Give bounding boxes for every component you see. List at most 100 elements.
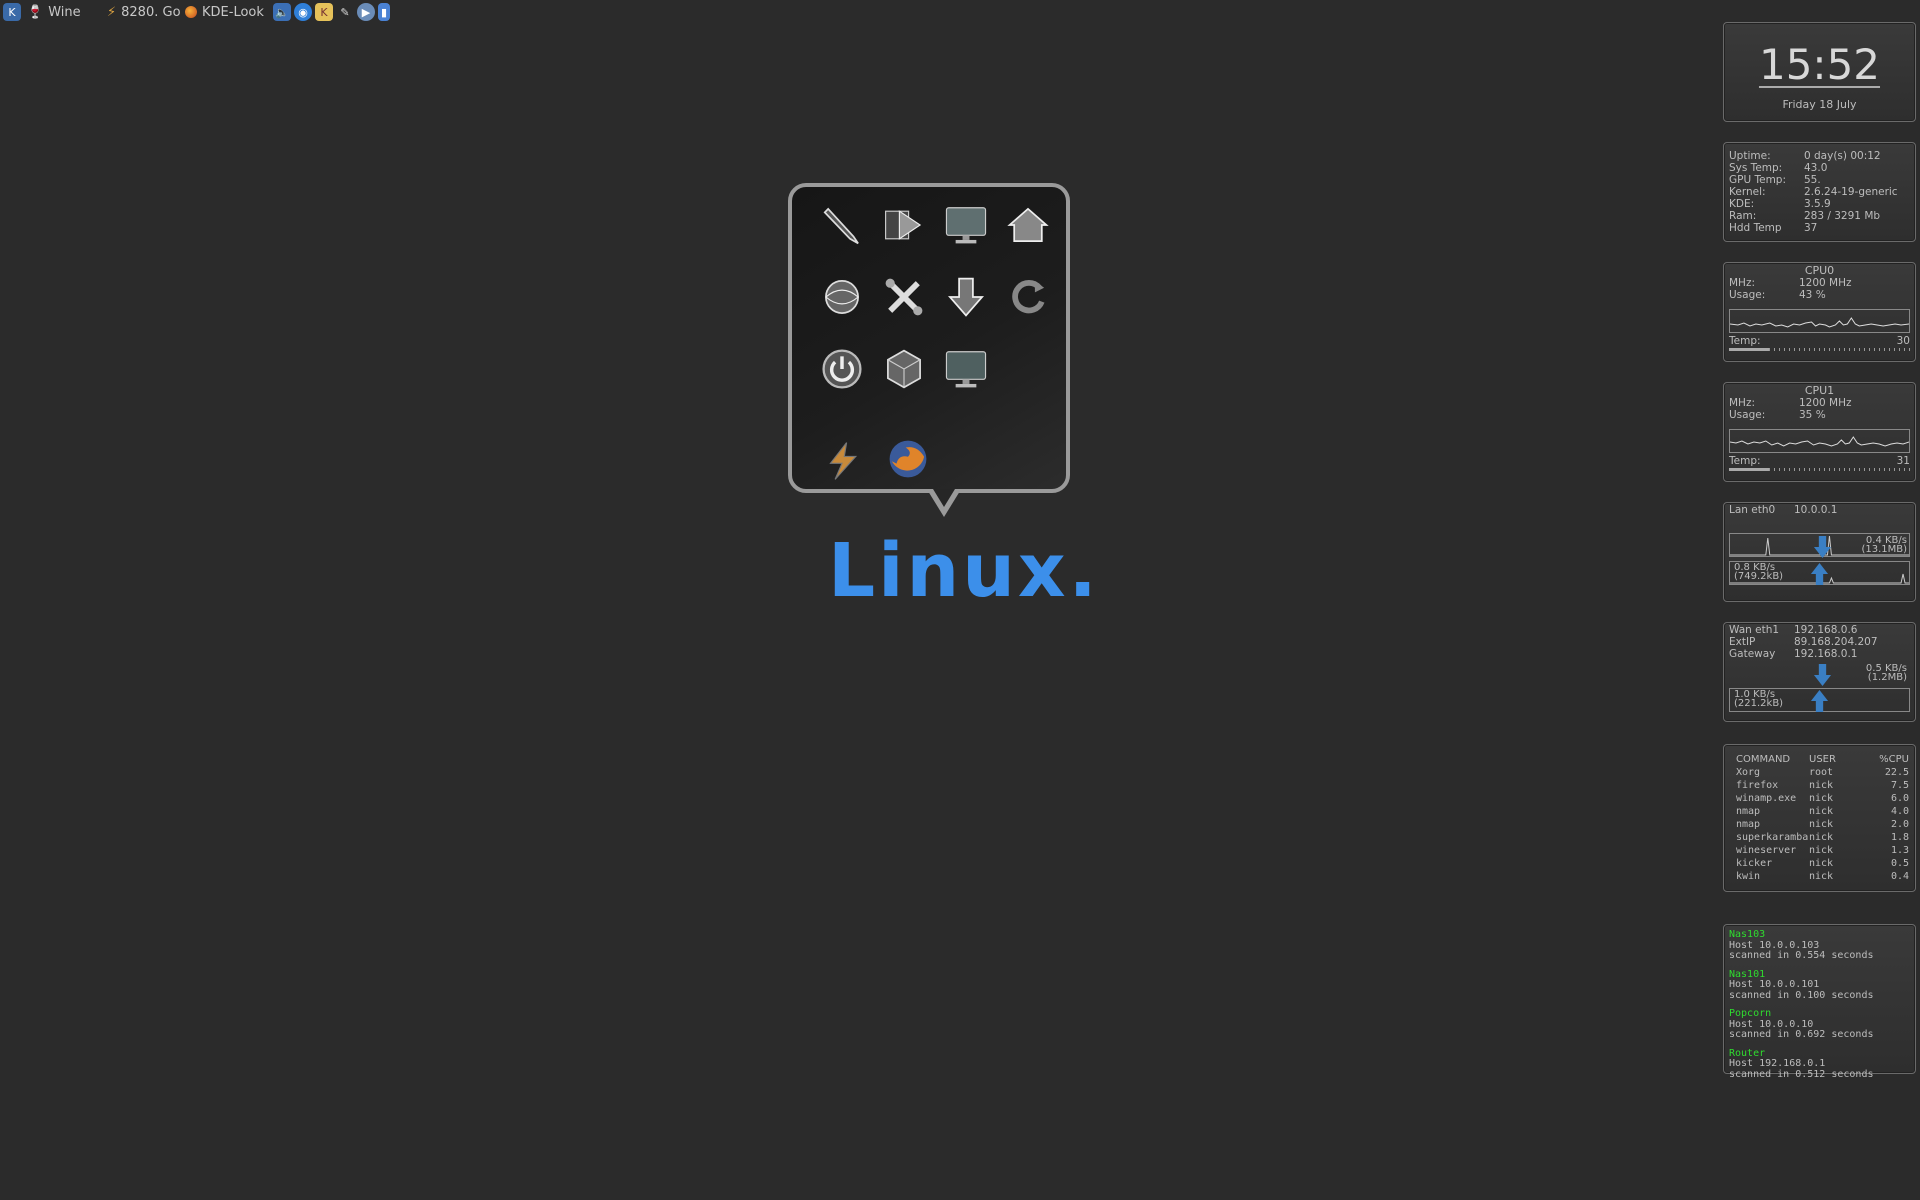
tools-icon[interactable] [878,271,930,323]
cpu-temp-row: Temp: 30 [1729,335,1910,347]
info-row: Hdd Temp 37 [1729,222,1910,234]
firefox-icon[interactable] [882,433,934,485]
process-user: nick [1809,832,1834,843]
process-table: COMMAND USER %CPU Xorg root 22.5 firefox ni… [1736,753,1909,883]
task-winamp[interactable]: ⚡ 8280. Go [107,0,185,24]
linux-brand-text: Linux. [828,528,1100,614]
cpu-usage-label: Usage: [1729,289,1766,301]
table-row: kicker nick 0.5 [1736,857,1909,870]
lan-down-rate-box: 0.4 KB/s (13.1MB) [1861,536,1907,555]
info-value: 43.0 [1804,162,1828,174]
network-icon[interactable]: ◉ [294,3,312,21]
process-command: kicker [1736,858,1773,869]
host-scan-time: scanned in 0.692 seconds [1729,1029,1874,1040]
cpu-mhz: 1200 MHz [1799,397,1852,409]
system-info-widget: Uptime: 0 day(s) 00:12 Sys Temp: 43.0 GPU … [1723,142,1916,242]
info-row: GPU Temp: 55. [1729,174,1910,186]
process-command: nmap [1736,806,1761,817]
process-cpu: 2.0 [1890,819,1909,830]
host-name: Popcorn [1729,1008,1772,1019]
cpu-temp-bar [1729,468,1910,471]
host-scan-time: scanned in 0.512 seconds [1729,1068,1874,1080]
info-row: Kernel: 2.6.24-19-generic [1729,186,1910,198]
process-command: kwin [1736,871,1761,882]
winamp-icon[interactable] [816,435,868,487]
scan-host: Popcorn Host 10.0.0.10 scanned in 0.692 … [1729,1008,1910,1041]
device-icon[interactable]: ▮ [378,3,390,21]
col-command: COMMAND [1736,754,1791,765]
home-icon[interactable] [1002,199,1054,251]
cpu-mhz-label: MHz: [1729,277,1756,289]
process-command: Xorg [1736,767,1761,778]
wan-row: Wan eth1 192.168.0.6 [1729,624,1910,636]
process-command: nmap [1736,819,1761,830]
table-row: nmap nick 4.0 [1736,805,1909,818]
scan-host: Nas103 Host 10.0.0.103 scanned in 0.554 … [1729,929,1910,962]
table-row: superkaramba nick 1.8 [1736,831,1909,844]
cpu-temp-bar [1729,348,1910,351]
power-plug-icon[interactable]: ✎ [336,3,354,21]
cpu-usage: 35 % [1799,409,1826,421]
media-player-icon[interactable]: ▶ [357,3,375,21]
col-cpu: %CPU [1879,754,1909,765]
task-label: KDE-Look [202,4,264,20]
info-value: 283 / 3291 Mb [1804,210,1881,222]
cpu-temp: 31 [1896,455,1910,467]
info-value: 0 day(s) 00:12 [1804,150,1881,162]
extip-value: 89.168.204.207 [1794,636,1878,648]
table-header: COMMAND USER %CPU [1736,753,1909,766]
info-row: Ram: 283 / 3291 Mb [1729,210,1910,222]
process-user: nick [1809,858,1834,869]
cpu-title: CPU1 [1804,384,1835,397]
firefox-icon [185,6,197,18]
gateway-label: Gateway [1729,648,1776,660]
cpu-temp-row: Temp: 31 [1729,455,1910,467]
process-command: superkaramba [1736,832,1809,843]
wine-glass-icon: 🍷 [27,4,44,20]
lan-down-total: (13.1MB) [1861,544,1907,555]
wan-download-graph: 0.5 KB/s (1.2MB) [1729,661,1910,686]
task-firefox[interactable]: KDE-Look [185,0,267,24]
wan-down-total: (1.2MB) [1867,672,1907,683]
download-icon[interactable] [940,271,992,323]
task-label: 8280. Go [121,4,181,20]
cpu-mhz-row: MHz: 1200 MHz [1729,277,1910,289]
process-cpu: 22.5 [1884,767,1909,778]
process-command: firefox [1736,780,1779,791]
table-row: firefox nick 7.5 [1736,779,1909,792]
process-user: nick [1809,780,1834,791]
klipper-icon[interactable]: K [315,3,333,21]
info-key: Ram: [1729,210,1757,222]
power-icon[interactable] [816,343,868,395]
speaker-icon[interactable]: 🔈 [273,3,291,21]
lan-upload-graph: 0.8 KB/s (749.2kB) [1729,561,1910,585]
internet-icon[interactable] [816,271,868,323]
app-launcher [788,183,1070,517]
monitor-icon[interactable] [940,199,992,251]
process-cpu: 1.3 [1890,845,1909,856]
task-wine[interactable]: 🍷 Wine [27,0,107,24]
upload-arrow-icon [1810,690,1829,712]
process-cpu: 6.0 [1890,793,1909,804]
host-scan-time: scanned in 0.554 seconds [1729,950,1874,961]
lan-download-graph: 0.4 KB/s (13.1MB) [1729,533,1910,558]
info-row: KDE: 3.5.9 [1729,198,1910,210]
host-name: Nas103 [1729,929,1766,940]
pen-icon[interactable] [816,199,868,251]
info-value: 3.5.9 [1804,198,1831,210]
task-label: Wine [48,4,81,20]
refresh-icon[interactable] [1002,271,1054,323]
media-icon[interactable] [878,199,930,251]
cpu-usage-label: Usage: [1729,409,1766,421]
cpu-temp: 30 [1896,335,1910,347]
cpu-temp-label: Temp: [1729,335,1761,347]
kde-menu-icon[interactable]: K [3,3,21,21]
process-user: nick [1809,871,1834,882]
process-list-widget: COMMAND USER %CPU Xorg root 22.5 firefox ni… [1723,744,1916,892]
cpu-mhz: 1200 MHz [1799,277,1852,289]
taskbar: K 🍷 Wine ⚡ 8280. Go KDE-Look 🔈 ◉ K ✎ ▶ ▮ [0,0,430,24]
package-icon[interactable] [878,343,930,395]
nmap-scan-widget: Nas103 Host 10.0.0.103 scanned in 0.554 … [1723,924,1916,1079]
display-icon[interactable] [940,343,992,395]
cpu1-widget: CPU1 MHz: 1200 MHz Usage: 35 % Temp: 31 [1723,382,1916,482]
